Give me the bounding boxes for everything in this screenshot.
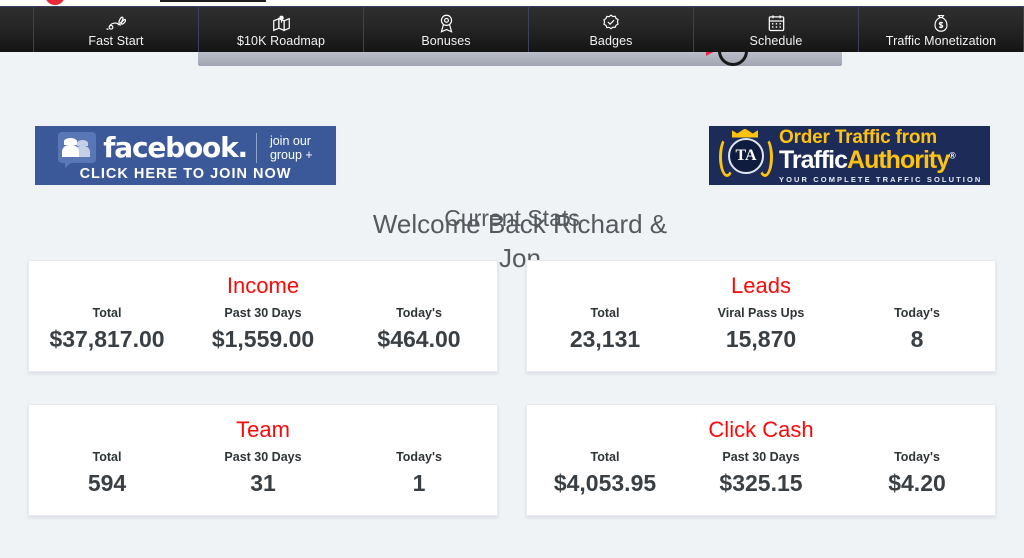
stats-column: Total 23,131	[527, 305, 683, 354]
stats-column: Past 30 Days $325.15	[683, 449, 839, 498]
stats-column: Today's 8	[839, 305, 995, 354]
stats-column-value: 23,131	[569, 326, 641, 352]
site-logo-partial	[45, 0, 65, 5]
stats-card: Click Cash Total $4,053.95 Past 30 Days $325…	[526, 404, 996, 516]
rabbit-icon	[106, 14, 126, 33]
stats-column-label: Today's	[894, 306, 940, 320]
nav-item-10k-roadmap[interactable]: $10K Roadmap	[198, 7, 363, 52]
traffic-authority-banner[interactable]: TA Order Traffic from TrafficAuthority® …	[707, 124, 992, 187]
nav-label: Traffic Monetization	[885, 33, 997, 48]
stats-column-label: Total	[590, 450, 620, 464]
video-player-region	[0, 52, 1024, 102]
stats-card-title: Team	[236, 417, 290, 442]
calendar-icon	[768, 14, 785, 33]
stats-column-value: 1	[412, 470, 426, 496]
stats-column-label: Total	[590, 306, 620, 320]
stats-card-title: Income	[226, 273, 300, 298]
stats-column-label: Today's	[894, 450, 940, 464]
stats-column-label: Total	[92, 306, 122, 320]
stats-column-label: Viral Pass Ups	[717, 306, 805, 320]
stats-column: Total 594	[29, 449, 185, 498]
stats-column-label: Today's	[396, 450, 442, 464]
ta-tagline: YOUR COMPLETE TRAFFIC SOLUTION	[779, 174, 983, 184]
map-pin-icon	[272, 14, 291, 33]
stats-column-value: $4,053.95	[553, 470, 657, 496]
nav-label: Badges	[589, 33, 633, 48]
nav-label: Fast Start	[88, 33, 144, 48]
stats-column: Past 30 Days 31	[185, 449, 341, 498]
header-bar-partial	[160, 0, 266, 2]
stats-card: Team Total 594 Past 30 Days 31 Today's 1	[28, 404, 498, 516]
traffic-authority-text: Order Traffic from TrafficAuthority® YOU…	[779, 128, 982, 184]
play-ring	[718, 52, 748, 66]
money-bag-icon	[933, 14, 949, 33]
crown-shape	[732, 128, 758, 138]
facebook-join-line2: group +	[269, 147, 313, 162]
stats-card-columns: Total 594 Past 30 Days 31 Today's 1	[29, 449, 497, 498]
nav-item-schedule[interactable]: Schedule	[693, 7, 858, 52]
nav-label: $10K Roadmap	[236, 33, 326, 48]
stats-card-columns: Total $4,053.95 Past 30 Days $325.15 Today's…	[527, 449, 995, 498]
stats-column: Total $4,053.95	[527, 449, 683, 498]
stats-column-value: $4.20	[888, 470, 946, 496]
facebook-wordmark: facebook.	[103, 131, 248, 164]
stats-column: Viral Pass Ups 15,870	[683, 305, 839, 354]
stats-column: Today's $4.20	[839, 449, 995, 498]
page-title: Current Stats	[444, 205, 580, 231]
ta-wordmark-traffic: Traffic	[779, 145, 848, 174]
stats-column-value: $325.15	[719, 470, 803, 496]
ta-monogram: TA	[728, 137, 764, 174]
main-navigation: Fast Start $10K Roadmap Bonuses Badges S…	[0, 6, 1024, 52]
laurel-seal-icon: TA	[715, 128, 777, 184]
registered-mark: ®	[949, 150, 956, 161]
stats-card-grid: Income Total $37,817.00 Past 30 Days $1,559.…	[0, 260, 1024, 516]
nav-item-fast-start[interactable]: Fast Start	[33, 7, 198, 52]
check-seal-icon	[602, 14, 620, 33]
stats-card-columns: Total $37,817.00 Past 30 Days $1,559.00 Toda…	[29, 305, 497, 354]
award-ribbon-icon	[438, 14, 455, 33]
stats-card-columns: Total 23,131 Viral Pass Ups 15,870 Today's 8	[527, 305, 995, 354]
banner-row: facebook. join our group + CLICK HERE TO…	[0, 102, 1024, 273]
stats-column-label: Past 30 Days	[224, 306, 302, 320]
stats-column-value: $37,817.00	[49, 326, 165, 352]
facebook-banner-top: facebook. join our group +	[58, 131, 313, 168]
nav-left-spacer	[0, 7, 33, 52]
stats-card: Leads Total 23,131 Viral Pass Ups 15,870 Toda…	[526, 260, 996, 372]
nav-item-bonuses[interactable]: Bonuses	[363, 7, 528, 52]
stats-column-value: 15,870	[725, 326, 797, 352]
stats-column-value: 31	[250, 470, 276, 496]
stats-column-label: Total	[92, 450, 122, 464]
stats-column: Today's $464.00	[341, 305, 497, 354]
stats-column: Total $37,817.00	[29, 305, 185, 354]
stats-column: Today's 1	[341, 449, 497, 498]
youtube-play-icon[interactable]	[706, 52, 750, 72]
nav-label: Bonuses	[421, 33, 471, 48]
ta-wordmark: TrafficAuthority®	[779, 145, 982, 174]
ta-wordmark-authority: Authority	[847, 145, 950, 174]
stats-card-title: Click Cash	[708, 417, 814, 442]
nav-label: Schedule	[749, 33, 803, 48]
nav-item-badges[interactable]: Badges	[528, 7, 693, 52]
facebook-cta-label: CLICK HERE TO JOIN NOW	[79, 166, 292, 182]
stats-column-value: 594	[87, 470, 127, 496]
facebook-divider	[255, 132, 257, 163]
stats-column-label: Past 30 Days	[224, 450, 302, 464]
stats-column-value: 8	[910, 326, 924, 352]
facebook-join-text: join our group +	[270, 134, 313, 162]
ta-headline: Order Traffic from	[779, 126, 937, 148]
facebook-join-line1: join our	[269, 133, 311, 148]
nav-item-traffic-monetization[interactable]: Traffic Monetization	[858, 7, 1024, 52]
stats-column-value: $464.00	[377, 326, 461, 352]
stats-card: Income Total $37,817.00 Past 30 Days $1,559.…	[28, 260, 498, 372]
stats-card-title: Leads	[731, 273, 791, 298]
stats-column-label: Today's	[396, 306, 442, 320]
facebook-group-icon	[58, 132, 97, 168]
stats-column-label: Past 30 Days	[722, 450, 800, 464]
stats-column-value: $1,559.00	[211, 326, 315, 352]
stats-column: Past 30 Days $1,559.00	[185, 305, 341, 354]
facebook-join-banner[interactable]: facebook. join our group + CLICK HERE TO…	[33, 124, 338, 187]
